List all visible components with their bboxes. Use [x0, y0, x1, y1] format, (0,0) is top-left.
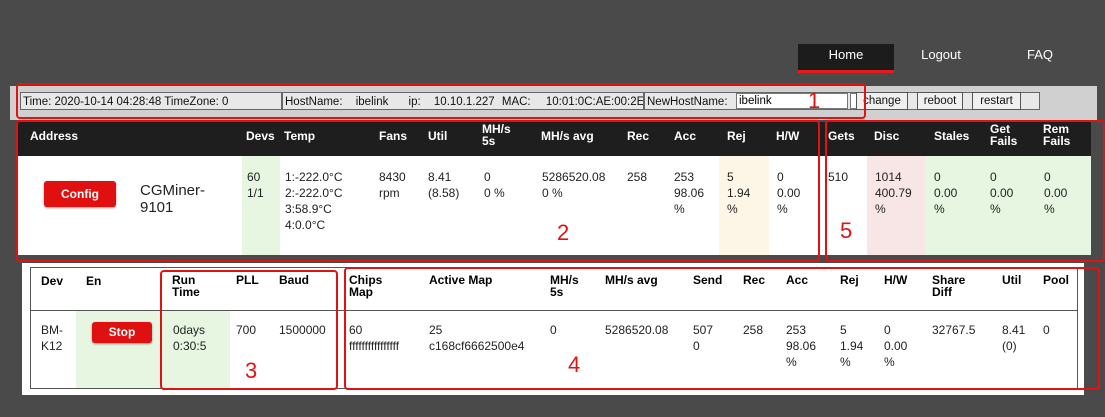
bottom-bar [0, 402, 1105, 417]
annotation-number-1: 1 [808, 88, 821, 113]
col-en: En [86, 274, 102, 288]
top-navigation-bar [0, 0, 1105, 84]
annotation-box-2 [16, 120, 820, 262]
annotation-number-2: 2 [557, 220, 570, 245]
annotation-number-3: 3 [245, 358, 258, 383]
annotation-number-5: 5 [840, 218, 853, 243]
nav-logout-link[interactable]: Logout [906, 44, 976, 70]
nav-home-tab[interactable]: Home [798, 44, 894, 73]
annotation-box-1 [16, 83, 866, 119]
annotation-box-5 [825, 120, 1105, 262]
annotation-number-4: 4 [568, 352, 581, 377]
annotation-box-4 [344, 267, 1100, 390]
restart-button[interactable]: restart [972, 92, 1021, 110]
reboot-button[interactable]: reboot [917, 92, 963, 110]
nav-faq-link[interactable]: FAQ [1010, 44, 1070, 70]
dev-name: BM- K12 [41, 323, 63, 353]
col-dev: Dev [41, 274, 64, 288]
stop-button[interactable]: Stop [92, 322, 152, 343]
